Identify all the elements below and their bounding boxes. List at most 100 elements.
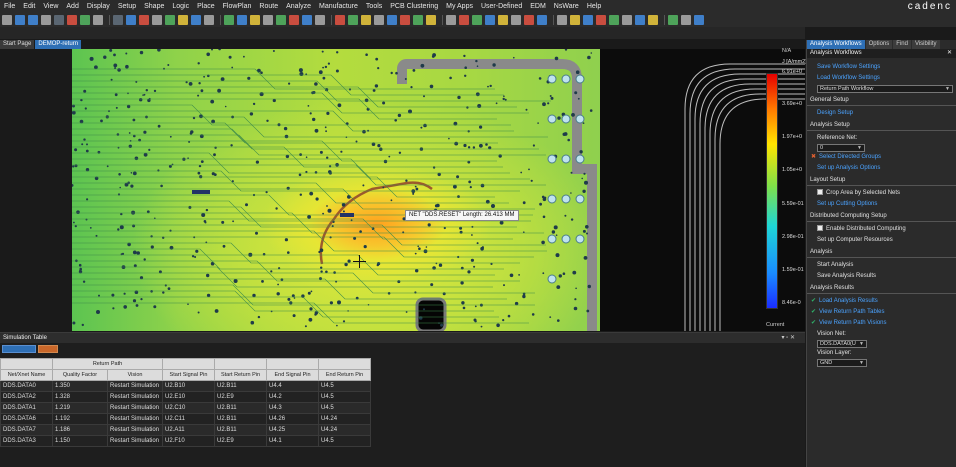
toolbar-tool-icon[interactable] [2,15,12,25]
vision-net-select[interactable]: DDS.DATA0(U ▼ [817,340,867,348]
toolbar-tool-icon[interactable] [165,15,175,25]
tab-start-page[interactable]: Start Page [0,40,35,49]
toolbar-tool-icon[interactable] [191,15,201,25]
toolbar-tool-icon[interactable] [335,15,345,25]
toolbar-tool-icon[interactable] [537,15,547,25]
menu-user-defined[interactable]: User-Defined [477,3,526,10]
menu-edm[interactable]: EDM [526,3,550,10]
toolbar-tool-icon[interactable] [609,15,619,25]
toolbar-tool-icon[interactable] [28,15,38,25]
design-setup-link[interactable]: Design Setup [807,108,956,119]
toolbar-tool-icon[interactable] [348,15,358,25]
toolbar-tool-icon[interactable] [152,15,162,25]
toolbar-tool-icon[interactable] [67,15,77,25]
crop-area-checkbox[interactable]: Crop Area by Selected Nets [807,188,956,199]
table-row[interactable]: DDS.DATA3 1.150 Restart Simulation U2.F10 U2… [0,435,372,447]
table-cell[interactable]: Restart Simulation [106,435,164,447]
toolbar-tool-icon[interactable] [361,15,371,25]
menu-my-apps[interactable]: My Apps [442,3,477,10]
start-analysis-link[interactable]: Start Analysis [807,260,956,271]
menu-pcb-clustering[interactable]: PCB Clustering [386,3,442,10]
menu-view[interactable]: View [39,3,62,10]
menu-flowplan[interactable]: FlowPlan [219,3,256,10]
toolbar-tool-icon[interactable] [250,15,260,25]
table-cell[interactable]: Restart Simulation [106,380,164,392]
tab-demop-return[interactable]: DEMOP-return [35,40,82,49]
toolbar-tool-icon[interactable] [511,15,521,25]
toolbar-tool-icon[interactable] [472,15,482,25]
reference-net-select[interactable]: 0 ▼ [817,144,865,152]
toolbar-tool-icon[interactable] [302,15,312,25]
toolbar-tool-icon[interactable] [446,15,456,25]
menu-tools[interactable]: Tools [362,3,386,10]
toolbar-tool-icon[interactable] [80,15,90,25]
menu-route[interactable]: Route [255,3,282,10]
toolbar-tool-icon[interactable] [178,15,188,25]
menu-nsware[interactable]: NsWare [550,3,583,10]
select-directed-groups-link[interactable]: ✖ Select Directed Groups [807,152,956,163]
toolbar-tool-icon[interactable] [622,15,632,25]
toolbar-tool-icon[interactable] [459,15,469,25]
pcb-canvas[interactable]: NET "DDS.RESET" Length: 26.413 MM [72,49,600,331]
table-row[interactable]: DDS.DATA0 1.350 Restart Simulation U2.B10 U2… [0,380,372,392]
menu-place[interactable]: Place [193,3,219,10]
toolbar-tool-icon[interactable] [276,15,286,25]
column-header[interactable]: Net/Xnet Name [0,369,53,381]
toolbar-tool-icon[interactable] [426,15,436,25]
workflow-select[interactable]: Return Path Workflow ▼ [817,85,953,93]
setup-computer-link[interactable]: Set up Computer Resources [807,235,956,246]
menu-manufacture[interactable]: Manufacture [315,3,362,10]
save-analysis-link[interactable]: Save Analysis Results [807,271,956,282]
menu-shape[interactable]: Shape [140,3,168,10]
toolbar-tool-icon[interactable] [681,15,691,25]
table-cell[interactable]: Restart Simulation [106,413,164,425]
toolbar-tool-icon[interactable] [237,15,247,25]
column-header[interactable]: Start Return Pin [214,369,268,381]
toolbar-tool-icon[interactable] [204,15,214,25]
menu-file[interactable]: File [0,3,19,10]
toolbar-tool-icon[interactable] [413,15,423,25]
load-analysis-link[interactable]: ✔ Load Analysis Results [807,296,956,307]
toolbar-tool-icon[interactable] [694,15,704,25]
table-cell[interactable]: Restart Simulation [106,402,164,414]
toolbar-tool-icon[interactable] [570,15,580,25]
filter-button[interactable] [2,345,36,353]
table-cell[interactable]: Restart Simulation [106,424,164,436]
tab-options[interactable]: Options [865,40,893,49]
setup-cutting-link[interactable]: Set up Cutting Options [807,199,956,210]
toolbar-tool-icon[interactable] [93,15,103,25]
toolbar-tool-icon[interactable] [583,15,593,25]
toolbar-tool-icon[interactable] [54,15,64,25]
menu-add[interactable]: Add [62,3,82,10]
table-row[interactable]: DDS.DATA2 1.328 Restart Simulation U2.E10 U2… [0,391,372,403]
toolbar-tool-icon[interactable] [668,15,678,25]
menu-help[interactable]: Help [583,3,605,10]
menu-analyze[interactable]: Analyze [282,3,315,10]
column-header[interactable]: End Return Pin [318,369,372,381]
table-cell[interactable]: Restart Simulation [106,391,164,403]
view-visions-link[interactable]: ✔ View Return Path Visions [807,318,956,329]
column-header[interactable]: Start Signal Pin [162,369,216,381]
toolbar-tool-icon[interactable] [596,15,606,25]
view-tables-link[interactable]: ✔ View Return Path Tables [807,307,956,318]
menu-display[interactable]: Display [83,3,114,10]
table-row[interactable]: DDS.DATA6 1.192 Restart Simulation U2.C11 U2… [0,413,372,425]
tab-find[interactable]: Find [893,40,911,49]
menu-setup[interactable]: Setup [114,3,140,10]
setup-analysis-options-link[interactable]: Set up Analysis Options [807,163,956,174]
toolbar-tool-icon[interactable] [485,15,495,25]
load-workflow-link[interactable]: Load Workflow Settings [807,73,956,84]
toolbar-tool-icon[interactable] [263,15,273,25]
close-icon[interactable]: ✕ [947,49,952,58]
toolbar-tool-icon[interactable] [113,15,123,25]
toolbar-tool-icon[interactable] [15,15,25,25]
tab-analysis-workflows[interactable]: Analysis Workflows [807,40,865,49]
save-workflow-link[interactable]: Save Workflow Settings [807,62,956,73]
toolbar-tool-icon[interactable] [524,15,534,25]
toolbar-tool-icon[interactable] [126,15,136,25]
panel-window-buttons[interactable]: ▾ ▫ ✕ [782,334,796,341]
toolbar-tool-icon[interactable] [498,15,508,25]
toolbar-tool-icon[interactable] [374,15,384,25]
table-row[interactable]: DDS.DATA1 1.219 Restart Simulation U2.C10 U2… [0,402,372,414]
menu-logic[interactable]: Logic [168,3,193,10]
